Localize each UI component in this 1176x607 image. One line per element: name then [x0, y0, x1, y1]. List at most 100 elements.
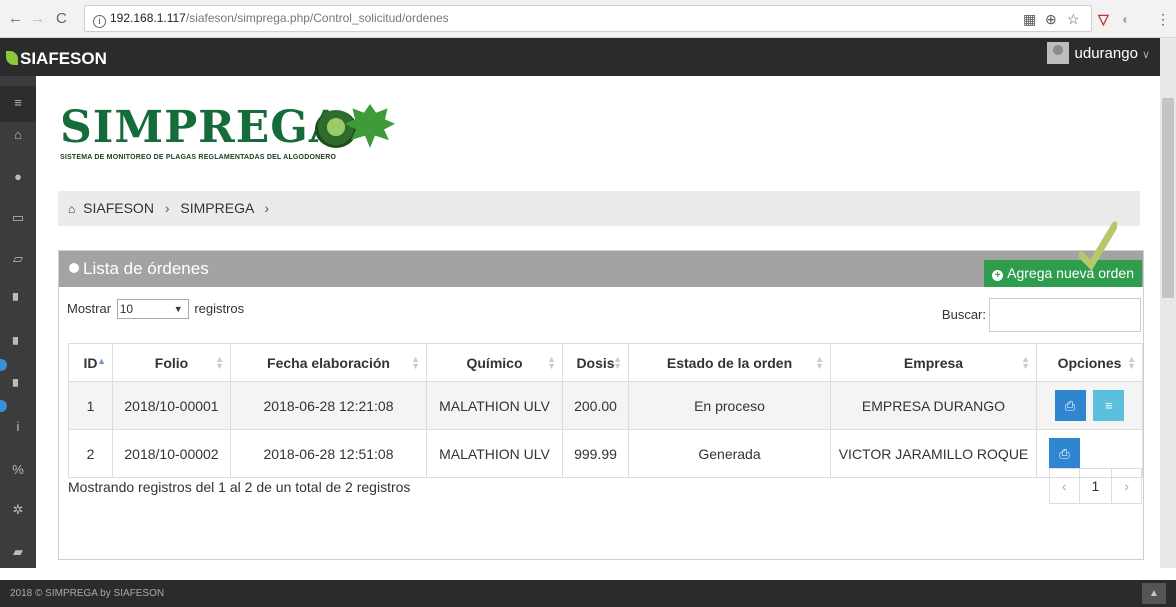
column-header-quimico[interactable]: Químico ▲ ▼	[426, 343, 563, 382]
logo-subtitle: SISTEMA DE MONITOREO DE PLAGAS REGLAMENT…	[60, 154, 337, 161]
search-label: Buscar:	[941, 306, 986, 322]
breadcrumb-item-simprega[interactable]: SIMPREGA	[180, 200, 253, 216]
zoom-icon[interactable]: ⊕	[1045, 11, 1057, 27]
sidebar: ≡ ⌂ ● ▭ ▱ ▘ ▘ ▘ i % ✲ ▰	[0, 76, 36, 568]
scrollbar[interactable]	[1160, 38, 1176, 568]
column-header-dosis[interactable]: Dosis ▲ ▼	[562, 343, 629, 382]
content-bottom	[36, 568, 1160, 580]
search-input[interactable]	[989, 297, 1141, 332]
android-icon[interactable]: ●	[0, 167, 36, 187]
cell-empresa: EMPRESA DURANGO	[830, 381, 1037, 430]
column-header-empresa[interactable]: Empresa ▲ ▼	[830, 343, 1037, 382]
cell-dosis: 999.99	[562, 429, 629, 478]
table-row: 1 2018/10-00001 2018-06-28 12:21:08 MALA…	[68, 381, 1143, 430]
cell-id: 2	[68, 429, 113, 478]
leaf-icon	[6, 51, 18, 65]
app-header: SIAFESON udurango ∨	[0, 38, 1176, 76]
copyright: 2018 © SIMPREGA by SIAFESON	[10, 588, 165, 599]
info-icon[interactable]: i	[0, 417, 36, 437]
page-length-control: Mostrar 10 ▼ registros	[67, 299, 244, 319]
column-header-id[interactable]: ID ▲	[68, 343, 113, 382]
table-info: Mostrando registros del 1 al 2 de un tot…	[68, 479, 411, 495]
chevron-circle-icon	[69, 263, 79, 273]
url-path: /siafeson/simprega.php/Control_solicitud…	[185, 11, 449, 25]
sort-icon: ▲ ▼	[547, 354, 556, 371]
records-label: registros	[194, 301, 245, 316]
column-header-opciones[interactable]: Opciones ▲ ▼	[1036, 343, 1143, 382]
table-row: 2 2018/10-00002 2018-06-28 12:51:08 MALA…	[68, 429, 1143, 478]
menu-dots-icon[interactable]: ⋮	[1156, 11, 1170, 27]
panel-header: Lista de órdenes + Agrega nueva orden	[59, 221, 1143, 287]
scroll-top-button[interactable]: ▲	[1142, 583, 1166, 604]
sort-icon: ▲ ▼	[613, 354, 622, 371]
folder-open-icon[interactable]: ▱	[0, 249, 36, 269]
cell-folio: 2018/10-00002	[112, 429, 231, 478]
cell-empresa: VICTOR JARAMILLO ROQUE	[830, 429, 1037, 478]
panel-title-text: Lista de órdenes	[83, 259, 209, 278]
details-button[interactable]: ≡	[1093, 390, 1125, 421]
reload-icon[interactable]: C	[56, 11, 67, 27]
page-next-button[interactable]: ›	[1112, 469, 1141, 503]
user-name: udurango	[1074, 45, 1138, 62]
file-icon[interactable]: ▘	[0, 377, 36, 397]
user-menu[interactable]: udurango ∨	[1046, 42, 1150, 72]
translate-icon[interactable]: ▦	[1023, 11, 1036, 27]
sort-asc-icon: ▲	[97, 356, 106, 366]
gear-icon[interactable]: ✲	[0, 500, 36, 520]
folder-icon[interactable]: ▭	[0, 208, 36, 228]
page-prev-button[interactable]: ‹	[1050, 469, 1079, 503]
print-icon: ⎙	[1064, 398, 1076, 413]
pagination: ‹ 1 ›	[1048, 468, 1142, 504]
cell-id: 1	[68, 381, 113, 430]
forward-arrow-icon[interactable]: →	[30, 11, 45, 27]
show-label: Mostrar	[67, 301, 112, 316]
shield-icon[interactable]: ▽	[1098, 11, 1109, 27]
breadcrumb-item-siafeson[interactable]: SIAFESON	[83, 200, 154, 216]
cell-fecha: 2018-06-28 12:51:08	[230, 429, 427, 478]
home-icon[interactable]: ⌂	[68, 202, 75, 216]
back-arrow-icon[interactable]: ←	[8, 11, 23, 27]
address-bar[interactable]: i 192.168.1.117/siafeson/simprega.php/Con…	[84, 5, 1092, 32]
circle-icon[interactable]: ◐	[1122, 11, 1130, 27]
avatar	[1046, 42, 1069, 64]
sort-icon: ▲ ▼	[215, 354, 224, 371]
checkmark-icon	[1079, 221, 1117, 271]
file-icon[interactable]: ▘	[0, 291, 36, 311]
breadcrumb-separator: ›	[264, 200, 270, 216]
book-icon[interactable]: ▰	[0, 542, 36, 562]
notification-badge	[0, 400, 7, 412]
chevron-up-icon: ▲	[1149, 588, 1159, 599]
cotton-leaf-icon	[345, 104, 395, 148]
print-icon: ⎙	[1059, 446, 1070, 461]
page-length-select[interactable]: 10 ▼	[116, 299, 189, 319]
orders-panel: Lista de órdenes + Agrega nueva orden Mos…	[58, 221, 1144, 560]
orders-table: ID ▲ Folio ▲ ▼ Fecha elaboración ▲ ▼ Químico ▲…	[68, 343, 1143, 478]
scrollbar-thumb[interactable]	[1162, 98, 1174, 298]
caret-down-icon: ▼	[173, 304, 183, 314]
sort-icon: ▲ ▼	[1021, 354, 1030, 371]
simprega-logo: SIMPREGA SISTEMA DE MONITOREO DE PLAGAS …	[60, 104, 395, 161]
cell-folio: 2018/10-00001	[112, 381, 231, 430]
link-icon[interactable]: %	[0, 460, 36, 480]
page-current-button[interactable]: 1	[1078, 469, 1113, 503]
brand-name: SIAFESON	[20, 49, 107, 68]
file-icon[interactable]: ▘	[0, 335, 36, 355]
column-header-fecha[interactable]: Fecha elaboración ▲ ▼	[230, 343, 427, 382]
list-icon: ≡	[1105, 398, 1113, 413]
print-button[interactable]: ⎙	[1049, 438, 1080, 469]
print-button[interactable]: ⎙	[1054, 390, 1086, 421]
brand[interactable]: SIAFESON	[6, 38, 107, 76]
app-footer: 2018 © SIMPREGA by SIAFESON ▲	[0, 580, 1176, 607]
sort-icon: ▲ ▼	[815, 354, 824, 371]
add-order-button[interactable]: + Agrega nueva orden	[984, 260, 1142, 287]
menu-icon[interactable]: ≡	[0, 93, 36, 113]
cotton-boll-icon	[315, 110, 357, 148]
info-icon[interactable]: i	[93, 15, 106, 28]
home-icon[interactable]: ⌂	[0, 125, 36, 145]
column-header-estado[interactable]: Estado de la orden ▲ ▼	[628, 343, 831, 382]
cell-quimico: MALATHION ULV	[426, 381, 563, 430]
panel-title: Lista de órdenes	[69, 251, 209, 287]
cell-opciones: ⎙ ≡	[1036, 381, 1143, 430]
column-header-folio[interactable]: Folio ▲ ▼	[112, 343, 231, 382]
star-icon[interactable]: ☆	[1067, 11, 1080, 27]
